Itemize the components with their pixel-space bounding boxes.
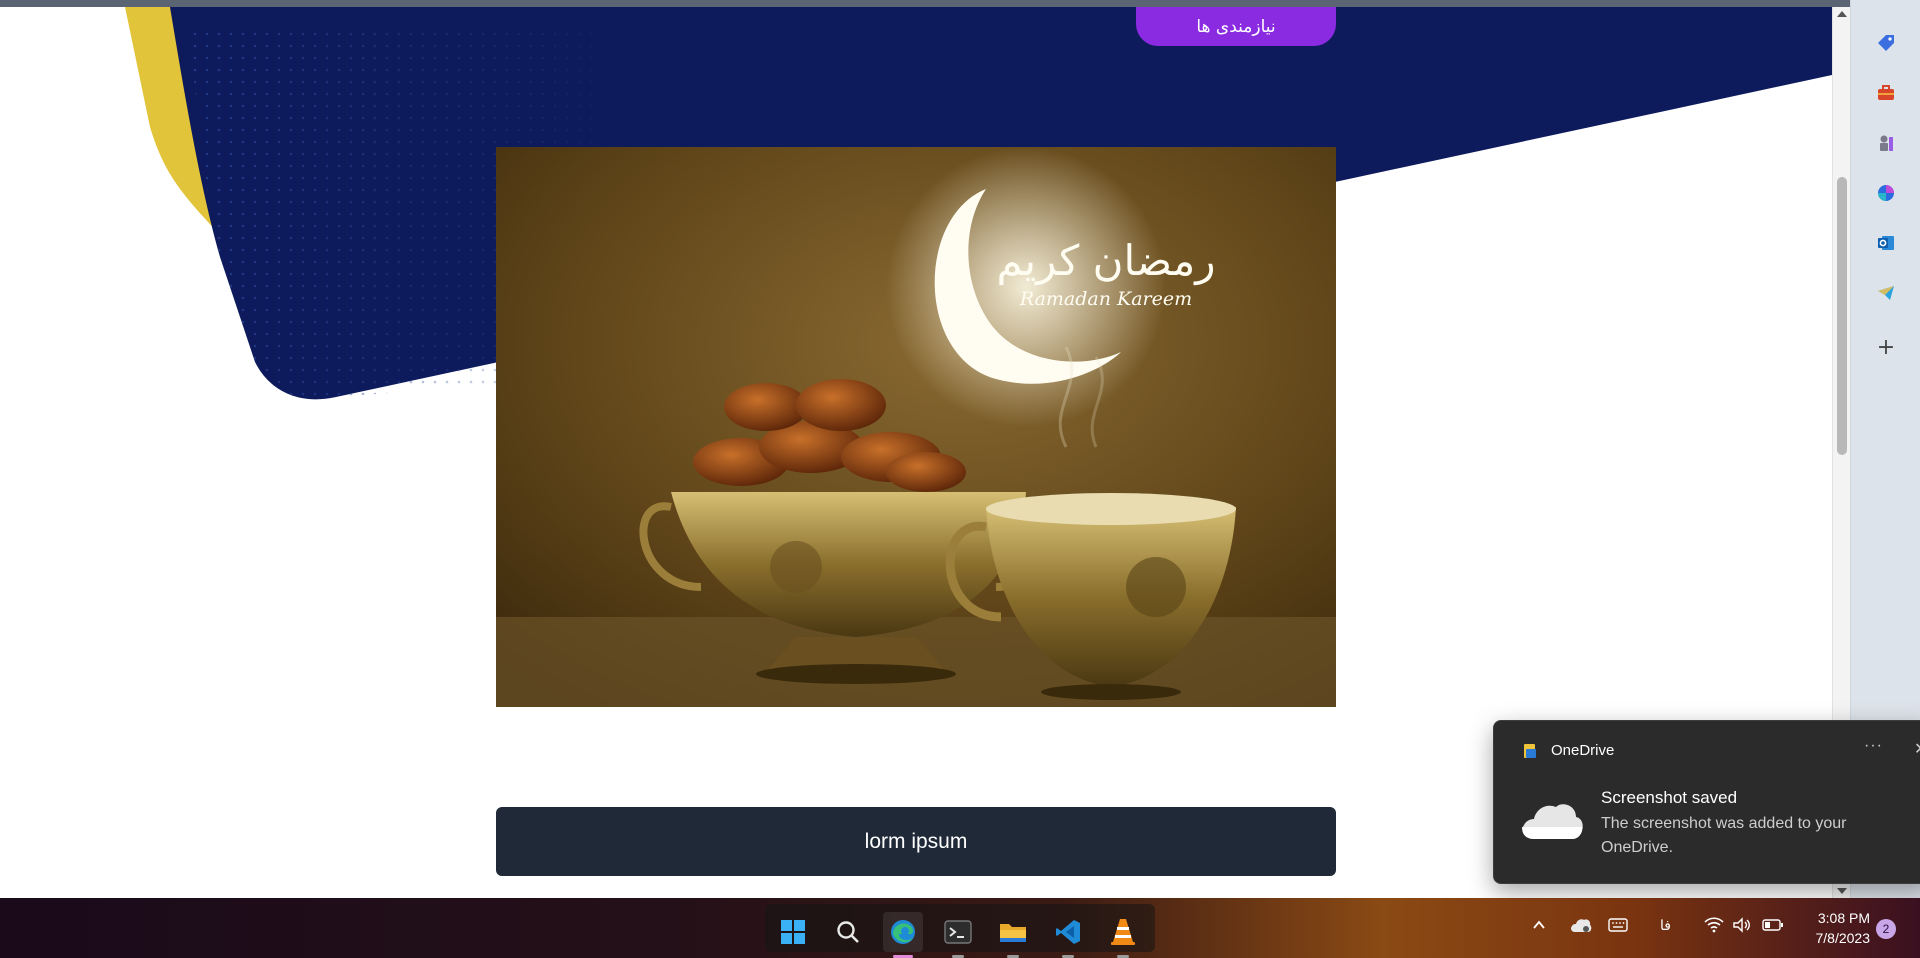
taskbar-clock[interactable]: 3:08 PM 7/8/2023 [1790, 908, 1871, 948]
cloud-icon [1522, 804, 1583, 839]
telegram-icon[interactable] [1875, 282, 1897, 304]
requirements-button[interactable]: نیازمندی ها [1136, 7, 1336, 46]
image-latin-caption: Ramadan Kareem [1019, 288, 1192, 310]
onedrive-notification[interactable]: OneDrive ··· ✕ Screenshot saved The scre… [1493, 720, 1920, 884]
toast-title: Screenshot saved [1601, 788, 1738, 807]
onedrive-app-icon [1524, 744, 1536, 758]
scrollbar-thumb[interactable] [1837, 177, 1847, 455]
toast-app-name: OneDrive [1551, 742, 1615, 759]
toast-message: The screenshot was added to your OneDriv… [1601, 815, 1847, 856]
scroll-up-arrow-icon[interactable] [1837, 11, 1847, 17]
clock-time: 3:08 PM [1817, 910, 1870, 926]
clock-date: 7/8/2023 [1815, 930, 1871, 946]
battery-icon[interactable] [1762, 917, 1784, 936]
onedrive-tray-icon[interactable] [1570, 917, 1592, 936]
show-hidden-icons-chevron-icon[interactable] [1532, 918, 1546, 935]
wifi-icon[interactable] [1704, 917, 1724, 936]
browser-top-edge [0, 0, 1920, 7]
image-arabic-caption: رمضان كريم [996, 236, 1215, 286]
chess-icon[interactable] [1875, 132, 1897, 154]
toolbox-icon[interactable] [1875, 82, 1897, 104]
ramadan-kareem-image: رمضان كريم Ramadan Kareem [496, 147, 1336, 707]
volume-icon[interactable] [1732, 917, 1752, 936]
scroll-down-arrow-icon[interactable] [1837, 888, 1847, 894]
notification-count-badge[interactable]: 2 [1876, 919, 1896, 939]
copilot-icon[interactable] [1875, 182, 1897, 204]
windows-taskbar: فا 3:08 PM 7/8/2023 2 [0, 898, 1920, 958]
tag-icon[interactable] [1875, 32, 1897, 54]
input-language-indicator[interactable]: فا [1660, 917, 1671, 934]
add-icon[interactable]: + [1875, 335, 1897, 360]
outlook-icon[interactable] [1875, 232, 1897, 254]
toast-more-button[interactable]: ··· [1864, 737, 1883, 755]
toast-close-button[interactable]: ✕ [1914, 739, 1920, 759]
lorem-ipsum-button[interactable]: lorm ipsum [496, 807, 1336, 876]
system-tray: فا 3:08 PM 7/8/2023 2 [0, 898, 1920, 958]
keyboard-icon[interactable] [1608, 917, 1628, 936]
